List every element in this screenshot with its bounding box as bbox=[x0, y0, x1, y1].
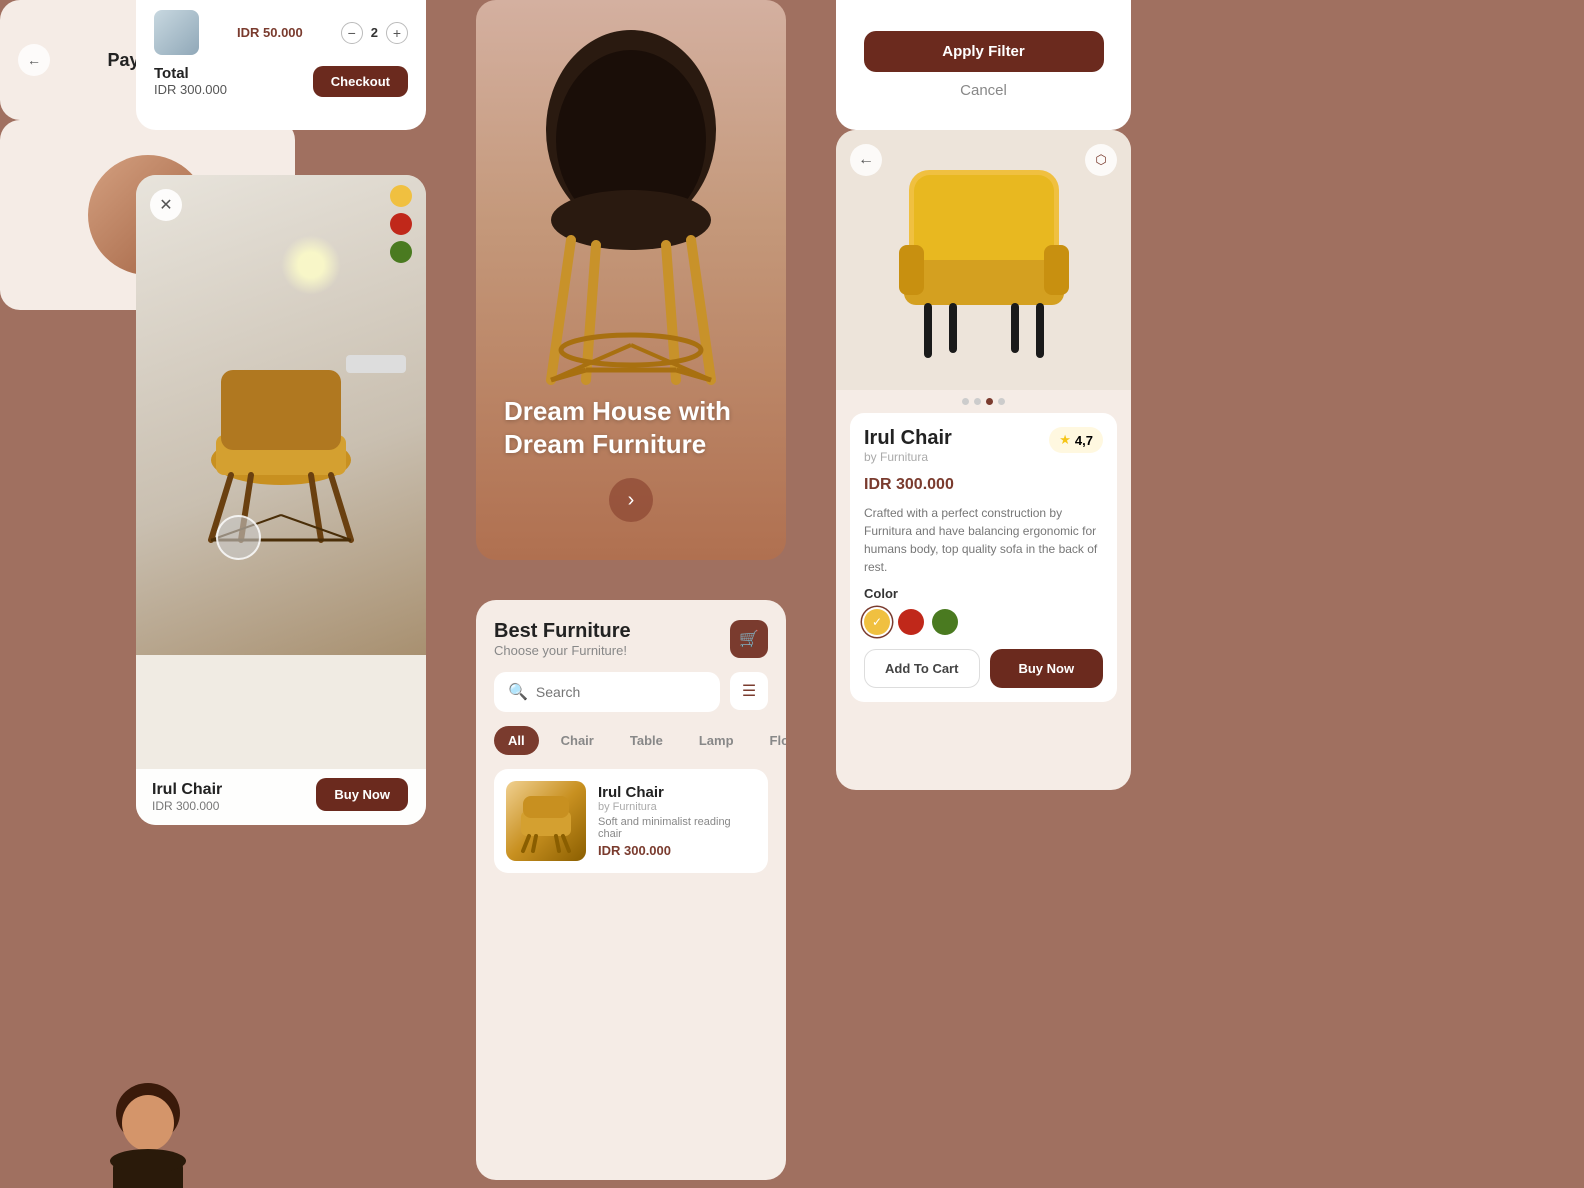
product-thumbnail bbox=[506, 781, 586, 861]
hero-title: Dream House with Dream Furniture bbox=[504, 395, 786, 460]
qty-decrease-button[interactable]: − bbox=[341, 22, 363, 44]
detail-info-wrapper: Irul Chair by Furnitura ★ 4,7 IDR 300.00… bbox=[836, 413, 1131, 716]
ar-product-name: Irul Chair bbox=[152, 781, 222, 799]
cart-product-thumbnail bbox=[154, 10, 199, 55]
dot-1[interactable] bbox=[962, 398, 969, 405]
rating-value: 4,7 bbox=[1075, 433, 1093, 448]
cancel-filter-button[interactable]: Cancel bbox=[960, 82, 1007, 99]
detail-price: IDR 300.000 bbox=[864, 476, 1103, 494]
shop-cart-button[interactable]: 🛒 bbox=[730, 620, 768, 658]
ar-room-background: ✕ bbox=[136, 175, 426, 655]
product-list-item[interactable]: Irul Chair by Furnitura Soft and minimal… bbox=[494, 769, 768, 873]
qty-value: 2 bbox=[371, 25, 378, 40]
product-desc: Soft and minimalist reading chair bbox=[598, 816, 756, 840]
detail-action-buttons: Add To Cart Buy Now bbox=[864, 649, 1103, 688]
detail-product-name: Irul Chair bbox=[864, 427, 952, 450]
ar-info-bar: Irul Chair IDR 300.000 Buy Now bbox=[136, 769, 426, 825]
ar-close-button[interactable]: ✕ bbox=[150, 189, 182, 221]
category-table[interactable]: Table bbox=[616, 726, 677, 755]
color-section-label: Color bbox=[864, 586, 1103, 601]
product-detail-card: ← ⬡ Irul Chair bbox=[836, 130, 1131, 790]
color-options: ✓ bbox=[864, 609, 1103, 635]
detail-product-by: by Furnitura bbox=[864, 450, 952, 464]
dot-2[interactable] bbox=[974, 398, 981, 405]
ar-buy-now-button[interactable]: Buy Now bbox=[316, 778, 408, 811]
star-icon: ★ bbox=[1059, 432, 1071, 448]
ar-chair-render bbox=[191, 340, 371, 555]
product-price: IDR 300.000 bbox=[598, 843, 756, 858]
ar-color-selector bbox=[390, 185, 412, 263]
payment-back-button[interactable]: ← bbox=[18, 44, 50, 76]
category-lamp[interactable]: Lamp bbox=[685, 726, 748, 755]
search-icon: 🔍 bbox=[508, 682, 528, 702]
category-chair[interactable]: Chair bbox=[547, 726, 608, 755]
dot-4[interactable] bbox=[998, 398, 1005, 405]
ar-color-green[interactable] bbox=[390, 241, 412, 263]
hero-text-block: Dream House with Dream Furniture bbox=[504, 395, 786, 460]
detail-image-area: ← ⬡ bbox=[836, 130, 1131, 390]
detail-description: Crafted with a perfect construction by F… bbox=[864, 504, 1103, 576]
search-bar: 🔍 bbox=[494, 672, 720, 712]
shop-subtitle: Choose your Furniture! bbox=[494, 643, 631, 658]
detail-3d-button[interactable]: ⬡ bbox=[1085, 144, 1117, 176]
shop-title: Best Furniture bbox=[494, 620, 631, 643]
hero-card: Dream House with Dream Furniture › bbox=[476, 0, 786, 560]
product-name: Irul Chair bbox=[598, 784, 756, 801]
total-label: Total bbox=[154, 65, 227, 82]
detail-info-block: Irul Chair by Furnitura ★ 4,7 IDR 300.00… bbox=[850, 413, 1117, 702]
image-dots bbox=[836, 390, 1131, 413]
category-tabs: All Chair Table Lamp Floor bbox=[494, 726, 768, 755]
color-option-yellow[interactable]: ✓ bbox=[864, 609, 890, 635]
ar-color-yellow[interactable] bbox=[390, 185, 412, 207]
checkout-button[interactable]: Checkout bbox=[313, 66, 408, 97]
search-row: 🔍 ☰ bbox=[494, 672, 768, 712]
category-all[interactable]: All bbox=[494, 726, 539, 755]
search-input[interactable] bbox=[536, 684, 706, 700]
ar-product-price: IDR 300.000 bbox=[152, 799, 222, 813]
ar-view-card: ✕ bbox=[136, 175, 426, 825]
ar-ceiling-light bbox=[281, 235, 341, 295]
total-price: IDR 300.000 bbox=[154, 82, 227, 97]
filter-button[interactable]: ☰ bbox=[730, 672, 768, 710]
rating-badge: ★ 4,7 bbox=[1049, 427, 1103, 453]
ar-position-handle[interactable] bbox=[216, 515, 261, 560]
add-to-cart-button[interactable]: Add To Cart bbox=[864, 649, 980, 688]
hero-next-button[interactable]: › bbox=[609, 478, 653, 522]
color-option-green[interactable] bbox=[932, 609, 958, 635]
product-info: Irul Chair by Furnitura Soft and minimal… bbox=[598, 784, 756, 858]
dot-3[interactable] bbox=[986, 398, 993, 405]
color-option-red[interactable] bbox=[898, 609, 924, 635]
apply-filter-button[interactable]: Apply Filter bbox=[864, 31, 1104, 72]
ar-color-red[interactable] bbox=[390, 213, 412, 235]
filter-card: Apply Filter Cancel bbox=[836, 0, 1131, 130]
shop-header: Best Furniture Choose your Furniture! 🛒 bbox=[494, 620, 768, 658]
cart-card: IDR 50.000 − 2 + Total IDR 300.000 Check… bbox=[136, 0, 426, 130]
detail-back-button[interactable]: ← bbox=[850, 144, 882, 176]
buy-now-button[interactable]: Buy Now bbox=[990, 649, 1104, 688]
category-floor[interactable]: Floor bbox=[756, 726, 786, 755]
hero-chair-container bbox=[476, 0, 786, 410]
qty-increase-button[interactable]: + bbox=[386, 22, 408, 44]
quantity-control: − 2 + bbox=[341, 22, 408, 44]
cart-item-price: IDR 50.000 bbox=[237, 25, 303, 40]
shop-card: Best Furniture Choose your Furniture! 🛒 … bbox=[476, 600, 786, 1180]
product-by: by Furnitura bbox=[598, 801, 756, 813]
